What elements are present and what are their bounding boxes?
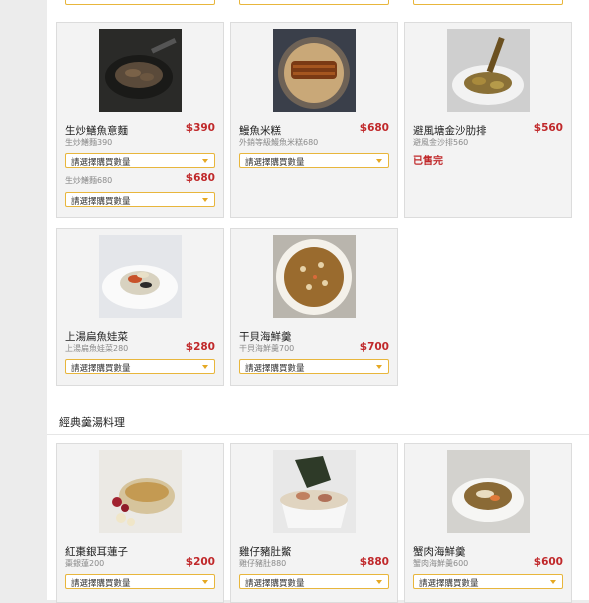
dish-name: 上湯扁魚娃菜 [65,331,128,343]
quantity-select-partial[interactable] [65,0,215,5]
menu-page: 生炒鱔魚意麵 $390 生炒鱔麵390 請選擇購買數量 生炒鱔麵680 $680… [47,0,589,603]
quantity-select[interactable]: 請選擇購買數量 [65,359,215,374]
quantity-select[interactable]: 請選擇購買數量 [65,574,215,589]
quantity-select-label: 請選擇購買數量 [245,364,305,374]
dish-card: 生炒鱔魚意麵 $390 生炒鱔麵390 請選擇購買數量 生炒鱔麵680 $680… [56,22,224,218]
dish-option: 生炒鱔麵680 [65,176,113,185]
dish-price: $200 [185,556,215,568]
quantity-select[interactable]: 請選擇購買數量 [65,153,215,168]
dish-price: $680 [359,122,389,134]
quantity-select[interactable]: 請選擇購買數量 [239,153,389,168]
dish-price: $600 [533,556,563,568]
dish-photo[interactable] [273,235,356,318]
chevron-down-icon [202,159,208,163]
chevron-down-icon [202,198,208,202]
dish-option: 生炒鱔麵390 [65,138,113,147]
quantity-select-label: 請選擇購買數量 [245,158,305,168]
dish-photo[interactable] [273,450,356,533]
dish-price: $560 [533,122,563,134]
dish-name: 生炒鱔魚意麵 [65,125,128,137]
quantity-select-label: 請選擇購買數量 [71,197,131,207]
chevron-down-icon [550,580,556,584]
dish-option: 避風金沙排560 [413,138,469,147]
dish-photo[interactable] [447,450,530,533]
dish-photo[interactable] [99,29,182,112]
chevron-down-icon [202,580,208,584]
quantity-select[interactable]: 請選擇購買數量 [239,574,389,589]
quantity-select-partial[interactable] [413,0,563,5]
dish-option: 外銷等級鰻魚米糕680 [239,138,319,147]
chevron-down-icon [376,365,382,369]
dish-card: 雞仔豬肚鱉 $880 雞仔豬肚880 請選擇購買數量 [230,443,398,603]
dish-price: $700 [359,341,389,353]
dish-card: 干貝海鮮羹 $700 干貝海鮮羹700 請選擇購買數量 [230,228,398,386]
dish-photo[interactable] [273,29,356,112]
dish-price: $280 [185,341,215,353]
quantity-select[interactable]: 請選擇購買數量 [239,359,389,374]
dish-card: 紅棗銀耳蓮子 $200 棗銀蓮200 請選擇購買數量 [56,443,224,603]
dish-card: 鰻魚米糕 $680 外銷等級鰻魚米糕680 請選擇購買數量 [230,22,398,218]
dish-photo[interactable] [99,235,182,318]
dish-name: 鰻魚米糕 [239,125,281,137]
dish-name: 紅棗銀耳蓮子 [65,546,128,558]
chevron-down-icon [376,159,382,163]
dish-card: 蟹肉海鮮羹 $600 蟹肉海鮮羹600 請選擇購買數量 [404,443,572,603]
dish-card: 上湯扁魚娃菜 $280 上湯扁魚娃菜280 請選擇購買數量 [56,228,224,386]
quantity-select[interactable]: 請選擇購買數量 [413,574,563,589]
dish-price: $390 [185,122,215,134]
section-title: 經典羹湯料理 [59,416,125,429]
dish-name: 雞仔豬肚鱉 [239,546,292,558]
dish-price: $680 [185,172,215,184]
quantity-select-label: 請選擇購買數量 [71,579,131,589]
dish-card: 避風塘金沙肋排 $560 避風金沙排560 已售完 [404,22,572,218]
dish-photo[interactable] [447,29,530,112]
quantity-select-label: 請選擇購買數量 [419,579,479,589]
sold-out-label: 已售完 [413,156,443,167]
dish-name: 蟹肉海鮮羹 [413,546,466,558]
quantity-select-label: 請選擇購買數量 [71,364,131,374]
dish-price: $880 [359,556,389,568]
chevron-down-icon [202,365,208,369]
dish-name: 避風塘金沙肋排 [413,125,487,137]
dish-photo[interactable] [99,450,182,533]
dish-name: 干貝海鮮羹 [239,331,292,343]
quantity-select-label: 請選擇購買數量 [71,158,131,168]
quantity-select[interactable]: 請選擇購買數量 [65,192,215,207]
quantity-select-label: 請選擇購買數量 [245,579,305,589]
section-divider [47,434,589,435]
quantity-select-partial[interactable] [239,0,389,5]
chevron-down-icon [376,580,382,584]
